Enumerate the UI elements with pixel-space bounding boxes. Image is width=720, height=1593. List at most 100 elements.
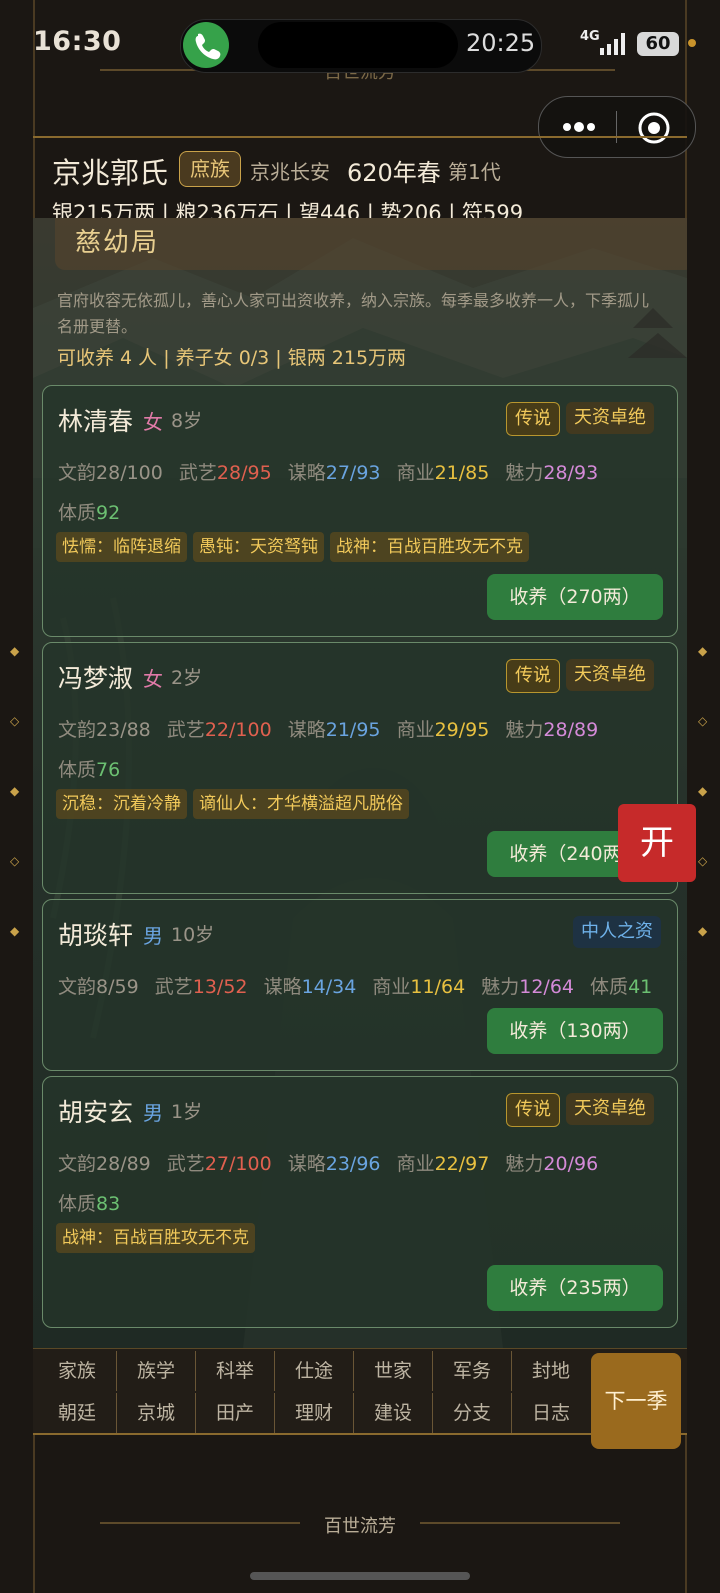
adopt-button[interactable]: 收养（235两）: [487, 1265, 663, 1311]
rarity-tag: 传说: [506, 1093, 560, 1127]
nav-item-exam[interactable]: 科举: [196, 1351, 275, 1391]
stat-value: 27/93: [325, 462, 381, 484]
stat-label: 武艺: [166, 1153, 205, 1175]
close-miniprogram-icon[interactable]: [637, 111, 671, 145]
nav-item-build[interactable]: 建设: [354, 1393, 433, 1433]
header-divider: [33, 136, 687, 138]
nav-item-fief[interactable]: 封地: [512, 1351, 590, 1391]
stat-label: 商业: [396, 719, 435, 741]
stat-label: 商业: [396, 1153, 435, 1175]
battery-icon: 60: [637, 32, 679, 56]
stat-label: 武艺: [154, 976, 193, 998]
trait-tag: 战神：百战百胜攻无不克: [330, 532, 529, 562]
nav-item-families[interactable]: 世家: [354, 1351, 433, 1391]
bottom-navigation: 家族 族学 科举 仕途 世家 军务 封地 朝廷 京城 田产 理财 建设 分支 日…: [33, 1348, 687, 1435]
clan-name: 京兆郭氏: [52, 156, 169, 190]
nav-item-school[interactable]: 族学: [117, 1351, 196, 1391]
current-year: 620年春: [347, 159, 441, 187]
stats-row: 文韵28/100 武艺28/95 谋略27/93 商业21/85 魅力28/93: [58, 458, 608, 485]
stat-value: 27/100: [204, 1153, 272, 1175]
right-ornament: ◇: [698, 714, 708, 728]
clan-rank-badge: 庶族: [179, 151, 241, 187]
stat-label: 魅力: [505, 719, 544, 741]
stat-value: 22/97: [434, 1153, 490, 1175]
orphan-card: 林清春 女 8岁 传说 天资卓绝 文韵28/100 武艺28/95 谋略27/9…: [42, 385, 678, 637]
nav-item-finance[interactable]: 理财: [275, 1393, 354, 1433]
stat-value: 11/64: [410, 976, 466, 998]
stat-value: 21/95: [325, 719, 381, 741]
left-ornament: ◆: [10, 784, 20, 798]
network-label: 4G: [580, 29, 600, 44]
footer-title: 百世流芳: [324, 1516, 396, 1537]
privacy-indicator: [688, 39, 696, 47]
stat-label: 魅力: [505, 1153, 544, 1175]
nav-item-branch[interactable]: 分支: [433, 1393, 512, 1433]
stat-label: 文韵: [58, 1153, 97, 1175]
stat-value: 14/34: [301, 976, 357, 998]
nav-item-career[interactable]: 仕途: [275, 1351, 354, 1391]
traits-row: 战神：百战百胜攻无不克: [56, 1223, 261, 1253]
orphan-name: 胡琰轩: [58, 921, 134, 950]
nav-item-clan[interactable]: 家族: [38, 1351, 117, 1391]
stat-value: 23/96: [325, 1153, 381, 1175]
panel-title: 慈幼局: [75, 228, 160, 258]
stat-value: 8/59: [96, 976, 139, 998]
trait-tag: 沉稳：沉着冷静: [56, 789, 187, 819]
orphan-card: 冯梦淑 女 2岁 传说 天资卓绝 文韵23/88 武艺22/100 谋略21/9…: [42, 642, 678, 894]
right-ornament: ◆: [698, 644, 708, 658]
stat-label: 商业: [396, 462, 435, 484]
trait-tag: 战神：百战百胜攻无不克: [56, 1223, 255, 1253]
stat-label: 文韵: [58, 462, 97, 484]
orphan-card: 胡琰轩 男 10岁 中人之资 文韵8/59 武艺13/52 谋略14/34 商业…: [42, 899, 678, 1071]
orphan-sex: 女: [143, 410, 163, 434]
miniprogram-capsule: [538, 96, 696, 158]
nav-item-court[interactable]: 朝廷: [38, 1393, 117, 1433]
orphan-name: 林清春: [58, 407, 134, 436]
adopt-button[interactable]: 收养（130两）: [487, 1008, 663, 1054]
stat-value: 28/93: [543, 462, 599, 484]
talent-tag: 天资卓绝: [566, 402, 654, 434]
stat-label: 体质: [58, 502, 97, 524]
stat-label: 谋略: [287, 462, 326, 484]
right-ornament: ◆: [698, 924, 708, 938]
orphan-age: 8岁: [171, 410, 203, 432]
left-ornament: ◆: [10, 644, 20, 658]
call-timer: 20:25: [466, 29, 536, 57]
floating-open-button[interactable]: 开: [618, 804, 696, 882]
orphan-age: 1岁: [171, 1101, 203, 1123]
status-bar: 16:30 百世流芳 20:25 4G 60: [0, 0, 720, 90]
orphan-sex: 女: [143, 667, 163, 691]
talent-tag: 中人之资: [573, 916, 661, 948]
home-indicator[interactable]: [250, 1572, 470, 1580]
more-icon[interactable]: [559, 117, 599, 137]
nav-item-military[interactable]: 军务: [433, 1351, 512, 1391]
orphan-age: 2岁: [171, 667, 203, 689]
nav-item-log[interactable]: 日志: [512, 1393, 590, 1433]
stat-value: 22/100: [204, 719, 272, 741]
nav-item-land[interactable]: 田产: [196, 1393, 275, 1433]
adopt-button[interactable]: 收养（270两）: [487, 574, 663, 620]
next-season-button[interactable]: 下一季: [591, 1353, 681, 1449]
capsule-divider: [616, 111, 617, 143]
nav-item-capital[interactable]: 京城: [117, 1393, 196, 1433]
phone-icon[interactable]: [183, 22, 229, 68]
stat-label: 文韵: [58, 719, 97, 741]
stat-value: 83: [96, 1193, 121, 1215]
adoption-summary: 可收养 4 人 | 养子女 0/3 | 银两 215万两: [57, 347, 407, 369]
rarity-tag: 传说: [506, 402, 560, 436]
generation: 第1代: [448, 160, 501, 184]
trait-tag: 谪仙人：才华横溢超凡脱俗: [193, 789, 409, 819]
orphan-name: 冯梦淑: [58, 664, 134, 693]
clock: 16:30: [33, 26, 122, 57]
stat-value: 13/52: [192, 976, 248, 998]
constitution-row: 体质92: [58, 498, 130, 525]
stat-label: 谋略: [287, 719, 326, 741]
stat-label: 武艺: [178, 462, 217, 484]
traits-row: 沉稳：沉着冷静 谪仙人：才华横溢超凡脱俗: [56, 789, 415, 819]
right-ornament: ◇: [698, 854, 708, 868]
constitution-row: 体质76: [58, 755, 130, 782]
stat-label: 体质: [58, 1193, 97, 1215]
stat-label: 武艺: [166, 719, 205, 741]
stat-value: 28/89: [543, 719, 599, 741]
talent-tag: 天资卓绝: [566, 1093, 654, 1125]
